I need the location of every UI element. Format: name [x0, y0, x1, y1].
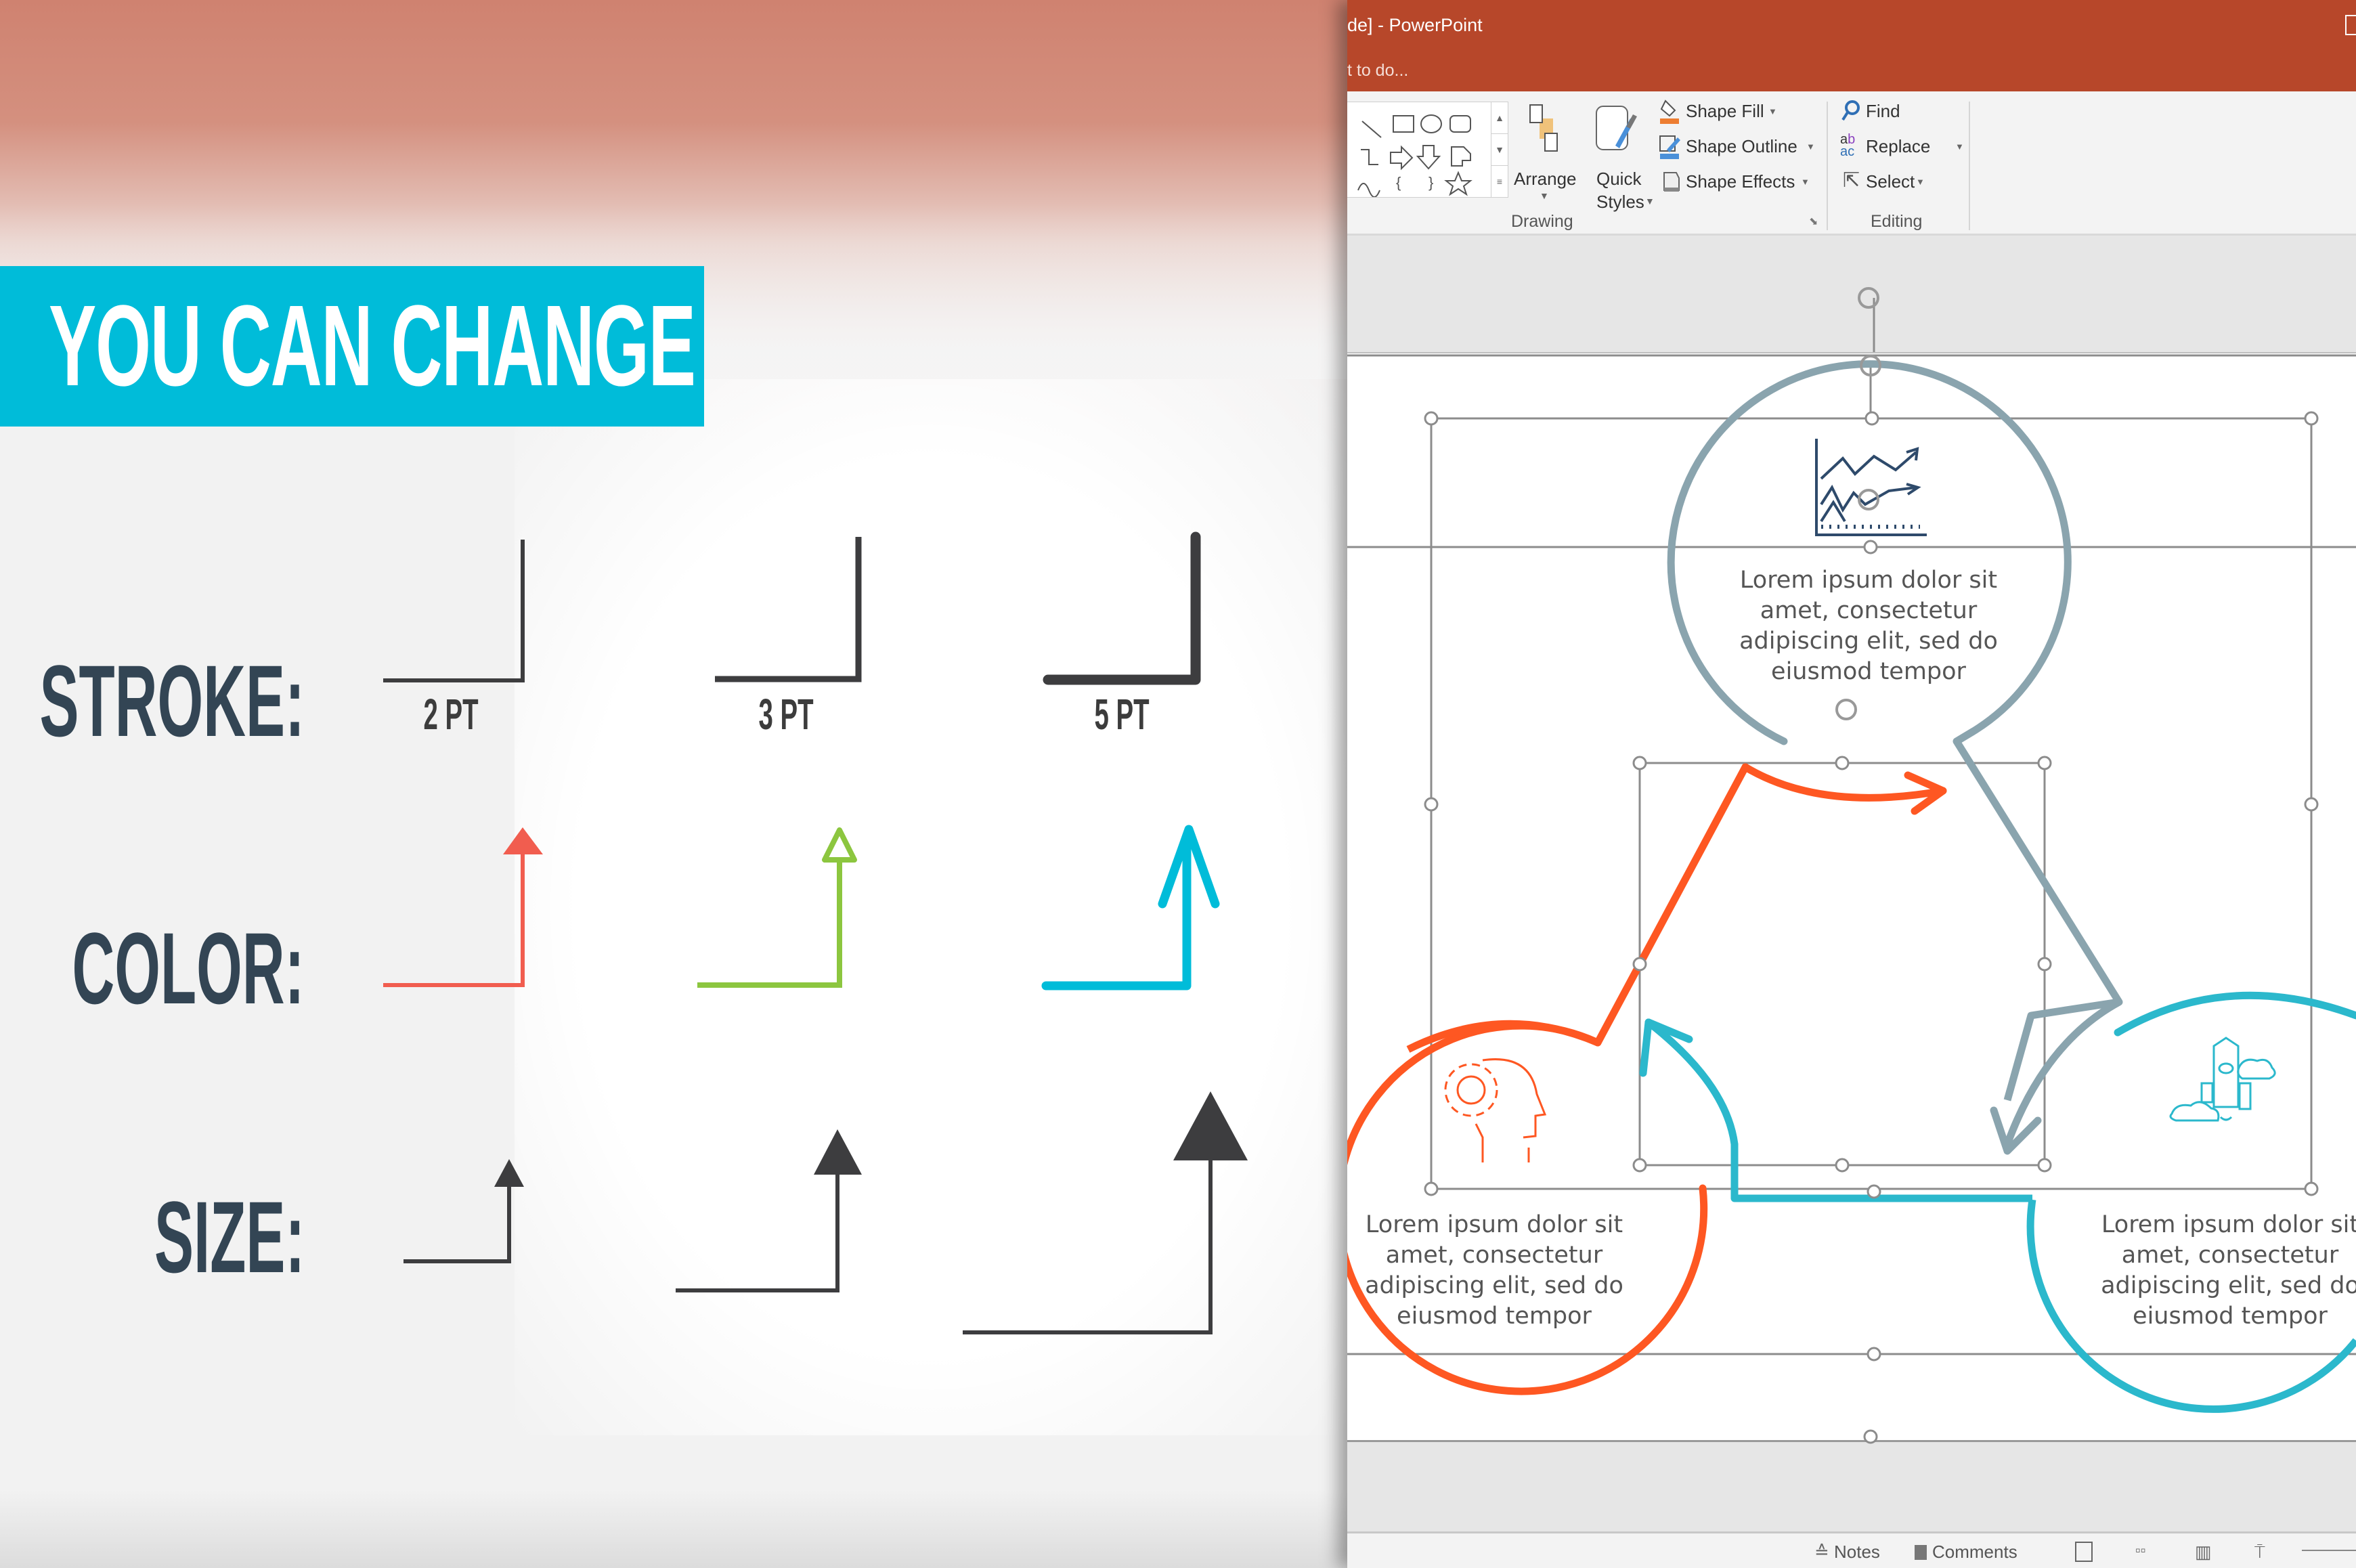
comments-button[interactable]: Comments	[1915, 1542, 2017, 1563]
connector-gray	[1953, 728, 2123, 1102]
node-right[interactable]	[1639, 991, 2356, 1413]
color-sample-green	[697, 827, 857, 988]
text-line: adipiscing elit, sed do	[2101, 1272, 2356, 1299]
stroke-sample-5pt	[1043, 531, 1201, 685]
comments-icon	[1915, 1545, 1927, 1560]
text-line: Lorem ipsum dolor sit	[1365, 1211, 1623, 1238]
text-line: adipiscing elit, sed do	[1365, 1272, 1623, 1299]
node-left-text[interactable]: Lorem ipsum dolor sit amet, consectetur …	[1352, 1210, 1636, 1332]
filled-arrowhead-icon	[503, 827, 543, 854]
text-line: eiusmod tempor	[1771, 658, 1966, 685]
text-line: eiusmod tempor	[2133, 1303, 2328, 1330]
connector-teal	[1730, 1144, 2032, 1202]
text-line: adipiscing elit, sed do	[1739, 628, 1998, 655]
open-arrowhead-icon	[822, 827, 857, 863]
notes-button[interactable]: ≙ Notes	[1814, 1542, 1880, 1563]
size-sample-large	[963, 1091, 1248, 1334]
inner-selection-box	[1638, 762, 2046, 1167]
head-gear-icon	[1444, 1058, 1547, 1162]
reading-view-icon[interactable]: ▥	[2195, 1542, 2212, 1563]
left-promo-panel: YOU CAN CHANGE STROKE: COLOR: SIZE: 2 PT…	[0, 0, 1347, 1568]
slide-sorter-icon[interactable]: ▫▫	[2135, 1542, 2146, 1559]
size-sample-small	[403, 1159, 524, 1263]
powerpoint-window: de] - PowerPoint t to do... { } ▲ ▼ ≡ Ar…	[1347, 0, 2356, 1568]
color-sample-blue	[1041, 825, 1220, 990]
text-line: Lorem ipsum dolor sit	[2101, 1211, 2356, 1238]
stroke-sample-2pt	[383, 540, 525, 682]
notes-label: Notes	[1834, 1542, 1880, 1562]
arrow-samples	[383, 531, 1248, 1334]
status-bar: ≙ Notes Comments ▫▫ ▥ ⍑	[1347, 1531, 2356, 1568]
text-line: amet, consectetur	[1385, 1242, 1603, 1269]
node-top[interactable]	[1667, 360, 2123, 1155]
text-line: amet, consectetur	[1760, 597, 1978, 624]
text-line: Lorem ipsum dolor sit	[1739, 567, 1998, 594]
comments-label: Comments	[1932, 1542, 2017, 1562]
slide-diagram	[1347, 287, 2356, 1444]
text-line: eiusmod tempor	[1397, 1303, 1592, 1330]
notes-icon: ≙	[1814, 1542, 1835, 1562]
size-sample-medium	[676, 1129, 862, 1292]
text-line: amet, consectetur	[2121, 1242, 2339, 1269]
node-right-text[interactable]: Lorem ipsum dolor sit amet, consectetur …	[2088, 1210, 2356, 1332]
node-top-text[interactable]: Lorem ipsum dolor sit amet, consectetur …	[1726, 565, 2011, 687]
zoom-slider[interactable]	[2302, 1550, 2356, 1551]
slideshow-icon[interactable]: ⍑	[2254, 1542, 2265, 1563]
stroke-sample-3pt	[715, 537, 862, 682]
connector-orange	[1594, 763, 1749, 1047]
rocket-clouds-icon	[2169, 1037, 2276, 1122]
normal-view-icon[interactable]	[2075, 1542, 2093, 1567]
color-sample-red	[383, 827, 543, 987]
growth-chart-icon	[1815, 439, 1927, 536]
